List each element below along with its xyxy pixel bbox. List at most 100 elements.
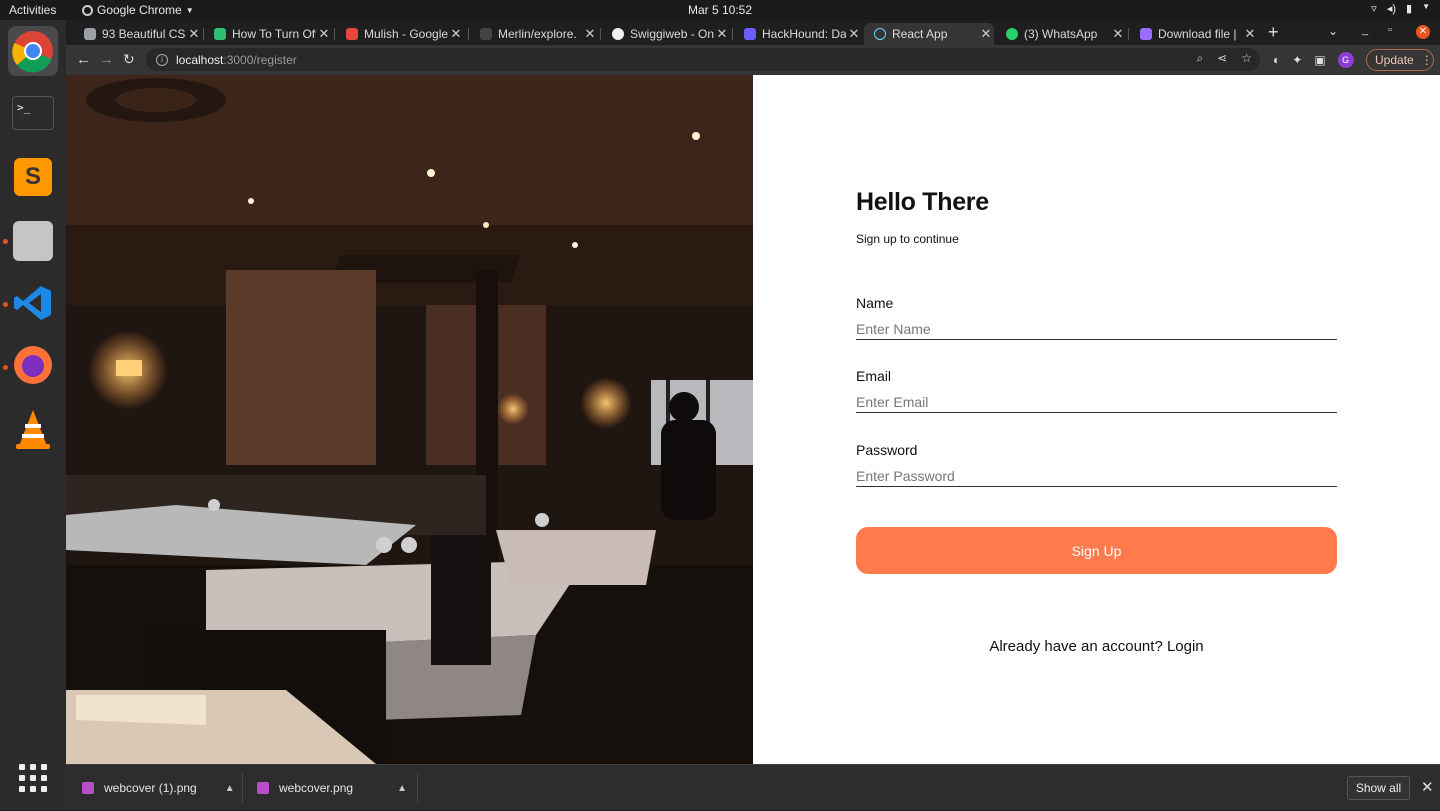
terminal-icon: >_: [12, 96, 54, 130]
download-filename: webcover.png: [279, 781, 354, 795]
activities-button[interactable]: Activities: [9, 3, 56, 17]
share-icon[interactable]: ⋖: [1217, 51, 1227, 66]
tab[interactable]: HackHound: Da ✕: [734, 23, 862, 45]
page-title: Hello There: [856, 188, 989, 216]
tab-close-icon[interactable]: ✕: [186, 26, 202, 42]
side-panel-icon[interactable]: ▣: [1314, 53, 1325, 67]
email-field-group: Email: [856, 368, 1337, 413]
email-label: Email: [856, 368, 892, 384]
tab[interactable]: 93 Beautiful CSS ✕: [74, 23, 202, 45]
name-label: Name: [856, 295, 894, 311]
tab-close-icon[interactable]: ✕: [846, 26, 862, 42]
tab[interactable]: Download file | ✕: [1130, 23, 1258, 45]
tab-close-icon[interactable]: ✕: [714, 26, 730, 42]
dock-vscode[interactable]: [8, 278, 58, 328]
email-input[interactable]: [856, 391, 1337, 413]
tab-favicon-icon: [1140, 28, 1152, 40]
tab[interactable]: Merlin/explore. ✕: [470, 23, 598, 45]
tab-divider: [1128, 28, 1129, 40]
tab-favicon-icon: [480, 28, 492, 40]
tab-divider: [468, 28, 469, 40]
password-field-group: Password: [856, 442, 1337, 487]
dock-vlc[interactable]: [8, 404, 58, 454]
restaurant-illustration: [66, 75, 753, 764]
sign-up-button[interactable]: Sign Up: [856, 527, 1337, 574]
tab-title: Swiggiweb - Onl: [630, 27, 714, 41]
login-link[interactable]: Already have an account? Login: [856, 638, 1337, 655]
files-icon: [13, 221, 53, 261]
tab-close-icon[interactable]: ✕: [978, 26, 994, 42]
tab-favicon-icon: [1006, 28, 1018, 40]
tab-strip: 93 Beautiful CSS ✕ How To Turn Off ✕ Mul…: [66, 20, 1440, 45]
close-icon[interactable]: ✕: [1421, 778, 1434, 796]
tab-close-icon[interactable]: ✕: [316, 26, 332, 42]
extensions-puzzle-icon[interactable]: ✦: [1292, 53, 1302, 67]
tab[interactable]: How To Turn Off ✕: [204, 23, 332, 45]
vscode-icon: [14, 286, 51, 320]
new-tab-icon[interactable]: +: [1268, 22, 1279, 43]
tab-close-icon[interactable]: ✕: [1242, 26, 1258, 42]
tab-title: Download file |: [1158, 27, 1237, 41]
tab-title: Merlin/explore.: [498, 27, 577, 41]
image-file-icon: [257, 782, 269, 794]
clock[interactable]: Mar 5 10:52: [688, 3, 752, 17]
tray-caret-icon: ▼: [1422, 2, 1430, 11]
register-form: Hello There Sign up to continue Name Ema…: [856, 75, 1337, 764]
dock-sublime[interactable]: S: [8, 152, 58, 202]
update-button[interactable]: Update ⋮: [1366, 49, 1434, 71]
wifi-icon: ▿: [1371, 3, 1377, 15]
dock-files[interactable]: [8, 216, 58, 266]
tab-title: (3) WhatsApp: [1024, 27, 1098, 41]
tab[interactable]: Mulish - Google ✕: [336, 23, 464, 45]
tab[interactable]: Swiggiweb - Onl ✕: [602, 23, 730, 45]
site-info-icon[interactable]: i: [156, 53, 168, 66]
tab-close-icon[interactable]: ✕: [448, 26, 464, 42]
dock-chrome[interactable]: [8, 26, 58, 76]
chrome-small-icon: [82, 4, 93, 16]
show-all-button[interactable]: Show all: [1347, 776, 1410, 800]
chrome-icon: [12, 31, 53, 73]
restore-icon[interactable]: ▫: [1388, 24, 1392, 36]
bookmark-star-icon[interactable]: ☆: [1241, 51, 1252, 66]
tab[interactable]: (3) WhatsApp ✕: [996, 23, 1126, 45]
browser-toolbar: ← → ↻ i localhost:3000/register ⌕ ⋖ ☆ ◐ …: [66, 45, 1440, 75]
tab-active[interactable]: React App ✕: [864, 23, 994, 45]
tab-title: React App: [892, 27, 948, 41]
tab-divider: [600, 28, 601, 40]
update-label: Update: [1375, 53, 1414, 67]
chevron-up-icon[interactable]: ▲: [225, 783, 235, 794]
more-vert-icon: ⋮: [1420, 53, 1433, 67]
chevron-up-icon[interactable]: ▲: [397, 783, 407, 794]
tab-search-chevron-icon[interactable]: ⌄: [1328, 24, 1338, 38]
password-input[interactable]: [856, 465, 1337, 487]
minimize-icon[interactable]: _: [1362, 24, 1368, 36]
url-path: :3000/register: [223, 52, 297, 67]
dock-terminal[interactable]: >_: [8, 88, 58, 138]
window-close-icon[interactable]: ✕: [1416, 25, 1430, 39]
download-item[interactable]: webcover.png ▲: [257, 765, 407, 811]
tab-favicon-icon: [744, 28, 756, 40]
sublime-text-icon: S: [14, 158, 52, 196]
profile-avatar[interactable]: G: [1337, 52, 1354, 68]
download-filename: webcover (1).png: [104, 781, 197, 795]
tab-close-icon[interactable]: ✕: [582, 26, 598, 42]
back-icon[interactable]: ←: [76, 51, 91, 68]
dock-firefox[interactable]: [8, 340, 58, 390]
system-tray[interactable]: ▿ ◂) ▮ ▼: [1371, 2, 1430, 15]
app-menu-label: Google Chrome: [97, 3, 182, 17]
zoom-icon[interactable]: ⌕: [1196, 51, 1203, 66]
extension-globe-icon[interactable]: ◐: [1273, 53, 1280, 67]
address-bar[interactable]: i localhost:3000/register ⌕ ⋖ ☆: [146, 48, 1260, 71]
firefox-icon: [14, 346, 52, 384]
restaurant-photo: [66, 75, 753, 764]
reload-icon[interactable]: ↻: [123, 51, 135, 68]
dock-show-apps[interactable]: [8, 753, 58, 803]
vlc-icon: [16, 410, 50, 449]
name-input[interactable]: [856, 318, 1337, 340]
volume-icon: ◂): [1386, 3, 1397, 15]
download-item[interactable]: webcover (1).png ▲: [82, 765, 235, 811]
forward-icon[interactable]: →: [99, 51, 114, 68]
tab-close-icon[interactable]: ✕: [1110, 26, 1126, 42]
page-content: Hello There Sign up to continue Name Ema…: [66, 75, 1440, 764]
app-menu[interactable]: Google Chrome ▼: [82, 3, 194, 17]
